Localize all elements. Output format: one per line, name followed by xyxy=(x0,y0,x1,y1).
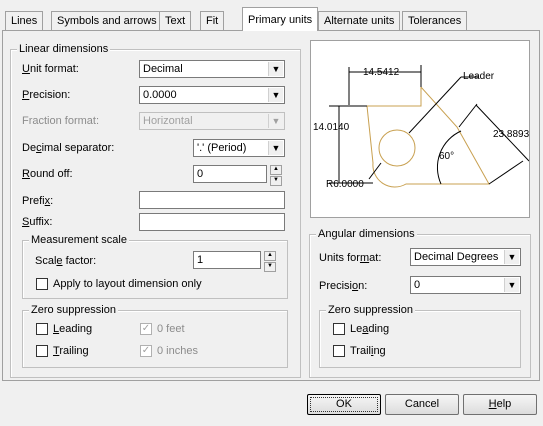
fraction-format-value: Horizontal xyxy=(143,115,193,127)
angular-precision-value: 0 xyxy=(414,279,421,291)
zero-feet-label: 0 feet xyxy=(157,323,185,335)
chevron-down-icon[interactable]: ▼ xyxy=(268,62,283,76)
zero-inches-checkbox: ✓ xyxy=(140,345,152,357)
units-format-label: Units format: xyxy=(319,252,382,264)
angular-dimensions-title: Angular dimensions xyxy=(316,228,417,241)
fraction-format-select: Horizontal ▼ xyxy=(139,112,285,130)
zero-inches-label: 0 inches xyxy=(157,345,198,357)
suffix-input[interactable] xyxy=(139,213,285,231)
preview-drawing: 14.5412 14.0140 23.8893 60° R6.0000 Lead… xyxy=(313,65,529,190)
decimal-separator-value: '.' (Period) xyxy=(197,142,247,154)
chevron-down-icon[interactable]: ▼ xyxy=(504,278,519,292)
round-off-spinner[interactable]: ▲ ▼ xyxy=(270,165,282,186)
angular-leading-label: Leading xyxy=(350,323,390,335)
precision-value: 0.0000 xyxy=(143,89,177,101)
unit-format-value: Decimal xyxy=(143,63,183,75)
linear-trailing-checkbox[interactable] xyxy=(36,345,48,357)
tab-alternate-units[interactable]: Alternate units xyxy=(318,11,401,30)
suffix-label: Suffix: xyxy=(22,216,53,228)
preview-angle: 60° xyxy=(439,151,454,162)
chevron-down-icon[interactable]: ▼ xyxy=(268,88,283,102)
zero-feet-checkbox: ✓ xyxy=(140,323,152,335)
chevron-down-icon: ▼ xyxy=(268,114,283,128)
apply-layout-only-label: Apply to layout dimension only xyxy=(53,278,202,290)
angular-precision-label: Precision: xyxy=(319,280,368,292)
linear-zero-suppression-group: Zero suppression xyxy=(22,304,288,368)
round-off-value: 0 xyxy=(197,168,204,180)
preview-dim-left: 14.0140 xyxy=(313,122,350,133)
spin-up-icon[interactable]: ▲ xyxy=(264,251,276,261)
fraction-format-label: Fraction format: xyxy=(22,115,100,127)
scale-factor-input[interactable]: 1 xyxy=(193,251,261,269)
angular-units-format-value: Decimal Degrees xyxy=(414,251,499,263)
dimension-preview: 14.5412 14.0140 23.8893 60° R6.0000 Lead… xyxy=(310,40,530,218)
scale-factor-value: 1 xyxy=(197,254,204,266)
measurement-scale-title: Measurement scale xyxy=(29,234,129,247)
apply-layout-only-checkbox[interactable] xyxy=(36,278,48,290)
decimal-separator-select[interactable]: '.' (Period) ▼ xyxy=(193,139,285,157)
linear-zero-suppression-title: Zero suppression xyxy=(29,304,118,317)
tab-lines[interactable]: Lines xyxy=(5,11,44,30)
preview-dim-top: 14.5412 xyxy=(363,67,400,78)
tab-tolerances[interactable]: Tolerances xyxy=(402,11,468,30)
scale-factor-spinner[interactable]: ▲ ▼ xyxy=(264,251,276,272)
unit-format-label: Unit format: xyxy=(22,63,79,75)
cancel-button[interactable]: Cancel xyxy=(385,394,459,415)
ok-button[interactable]: OK xyxy=(307,394,381,415)
tab-fit[interactable]: Fit xyxy=(200,11,225,30)
linear-leading-checkbox[interactable] xyxy=(36,323,48,335)
prefix-label: Prefix: xyxy=(22,195,54,207)
tab-text[interactable]: Text xyxy=(159,11,192,30)
angular-units-format-select[interactable]: Decimal Degrees ▼ xyxy=(410,248,521,266)
linear-leading-label: Leading xyxy=(53,323,93,335)
linear-dimensions-title: Linear dimensions xyxy=(17,43,111,56)
angular-zero-suppression-title: Zero suppression xyxy=(326,304,415,317)
linear-trailing-label: Trailing xyxy=(53,345,89,357)
tab-primary-units[interactable]: Primary units xyxy=(242,7,319,31)
prefix-input[interactable] xyxy=(139,191,285,209)
angular-leading-checkbox[interactable] xyxy=(333,323,345,335)
spin-down-icon[interactable]: ▼ xyxy=(264,262,276,272)
help-button[interactable]: Help xyxy=(463,394,537,415)
preview-dim-diag: 23.8893 xyxy=(493,129,529,140)
chevron-down-icon[interactable]: ▼ xyxy=(268,141,283,155)
part-outline xyxy=(366,85,490,188)
round-off-label: Round off: xyxy=(22,168,73,180)
angular-precision-select[interactable]: 0 ▼ xyxy=(410,276,521,294)
preview-leader: Leader xyxy=(463,71,495,82)
unit-format-select[interactable]: Decimal ▼ xyxy=(139,60,285,78)
part-hole xyxy=(378,129,416,167)
precision-select[interactable]: 0.0000 ▼ xyxy=(139,86,285,104)
scale-factor-label: Scale factor: xyxy=(35,255,97,267)
decimal-separator-label: Decimal separator: xyxy=(22,142,115,154)
tab-symbols-and-arrows[interactable]: Symbols and arrows xyxy=(51,11,163,30)
chevron-down-icon[interactable]: ▼ xyxy=(504,250,519,264)
spin-down-icon[interactable]: ▼ xyxy=(270,176,282,186)
angular-trailing-label: Trailing xyxy=(350,345,386,357)
spin-up-icon[interactable]: ▲ xyxy=(270,165,282,175)
preview-radius: R6.0000 xyxy=(326,179,364,190)
angular-zero-suppression-group: Zero suppression xyxy=(319,304,521,368)
round-off-input[interactable]: 0 xyxy=(193,165,267,183)
angular-trailing-checkbox[interactable] xyxy=(333,345,345,357)
precision-label: Precision: xyxy=(22,89,71,101)
